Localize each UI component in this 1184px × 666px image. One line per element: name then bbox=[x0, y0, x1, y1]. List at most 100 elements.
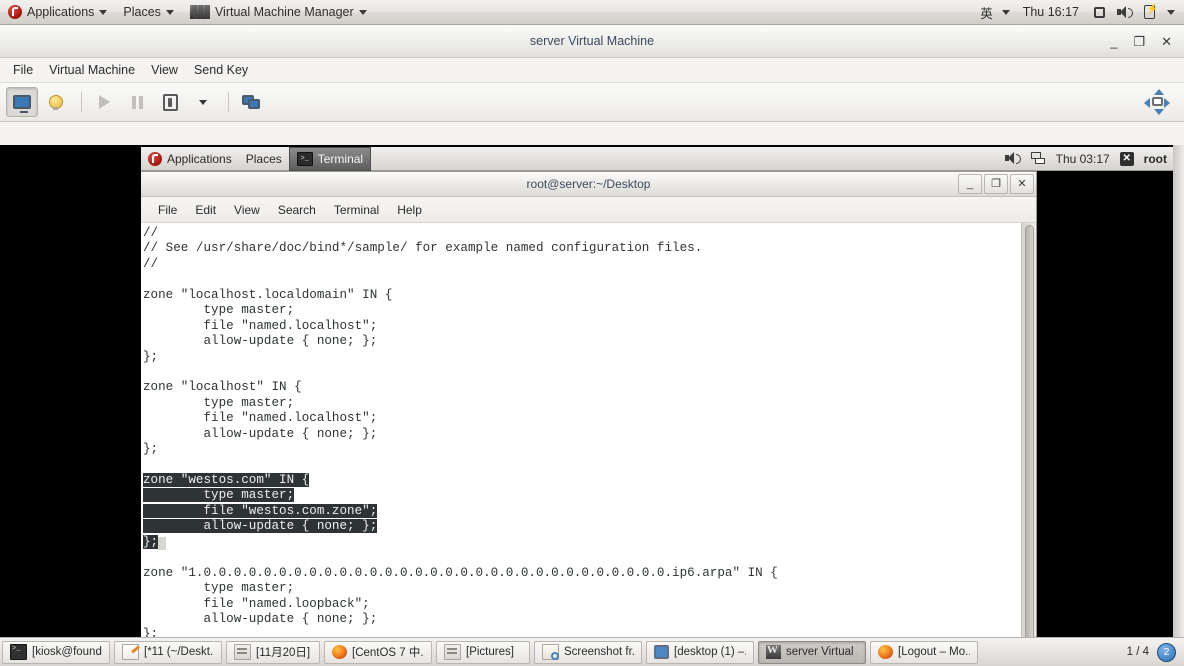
firefox-icon bbox=[332, 645, 347, 659]
terminal-text: type master; bbox=[143, 395, 295, 410]
guest-places-label: Places bbox=[245, 151, 282, 166]
fedora-logo-icon bbox=[148, 151, 162, 166]
vmm-menu-view[interactable]: View bbox=[144, 60, 185, 80]
taskbar-item-label: [Logout – Mo... bbox=[898, 646, 970, 658]
taskbar-item-label: Screenshot fr... bbox=[564, 646, 634, 658]
terminal-text: zone "localhost.localdomain" IN { bbox=[143, 287, 393, 302]
vmm-close-button[interactable]: ✕ bbox=[1161, 35, 1172, 48]
terminal-line: // See /usr/share/doc/bind*/sample/ for … bbox=[141, 241, 1020, 256]
terminal-menu-edit[interactable]: Edit bbox=[186, 200, 225, 220]
fullscreen-icon[interactable] bbox=[1144, 89, 1170, 115]
input-method-indicator[interactable]: 英 bbox=[980, 3, 993, 22]
guest-screen[interactable]: Applications Places >_ Terminal Thu 03:1… bbox=[141, 145, 1173, 664]
taskbar-item[interactable]: Screenshot fr... bbox=[534, 640, 642, 664]
taskbar-window-list: [kiosk@found... [*11 (~/Deskt... [11月20日] [… bbox=[0, 640, 980, 664]
taskbar-item-label: [Pictures] bbox=[466, 646, 514, 658]
terminal-cursor bbox=[158, 536, 166, 550]
terminal-line: }; bbox=[141, 534, 1020, 550]
terminal-title-bar: root@server:~/Desktop _ ❐ ✕ bbox=[141, 172, 1036, 197]
host-clock[interactable]: Thu 16:17 bbox=[1023, 5, 1079, 19]
host-active-app-menu[interactable]: Virtual Machine Manager bbox=[182, 0, 375, 25]
vmm-maximize-button[interactable]: ❐ bbox=[1133, 35, 1145, 48]
host-taskbar: [kiosk@found... [*11 (~/Deskt... [11月20日] [… bbox=[0, 637, 1184, 666]
chevron-down-icon[interactable] bbox=[1167, 9, 1175, 15]
terminal-text: zone "1.0.0.0.0.0.0.0.0.0.0.0.0.0.0.0.0.… bbox=[143, 565, 778, 580]
terminal-scrollbar-thumb[interactable] bbox=[1025, 225, 1034, 649]
shutdown-dropdown-button[interactable] bbox=[188, 88, 218, 116]
vmm-app-icon bbox=[189, 5, 210, 19]
guest-places-menu[interactable]: Places bbox=[239, 147, 289, 171]
run-button[interactable] bbox=[89, 88, 119, 116]
volume-icon[interactable] bbox=[1117, 5, 1133, 20]
console-view-button[interactable] bbox=[6, 87, 38, 117]
vmm-menu-virtual-machine[interactable]: Virtual Machine bbox=[42, 60, 142, 80]
guest-clock[interactable]: Thu 03:17 bbox=[1056, 152, 1110, 166]
fedora-logo-icon bbox=[8, 5, 22, 19]
notification-badge[interactable]: 2 bbox=[1157, 642, 1176, 662]
terminal-minimize-button[interactable]: _ bbox=[958, 174, 982, 194]
battery-icon[interactable] bbox=[1142, 4, 1158, 20]
guest-window-button-label: Terminal bbox=[317, 152, 364, 166]
terminal-close-button[interactable]: ✕ bbox=[1010, 174, 1034, 194]
guest-window-button-terminal[interactable]: >_ Terminal bbox=[288, 147, 372, 171]
host-places-menu[interactable]: Places bbox=[115, 0, 182, 25]
terminal-text: // bbox=[143, 226, 159, 240]
taskbar-item[interactable]: [*11 (~/Deskt... bbox=[114, 640, 222, 664]
vm-window-right-edge bbox=[1173, 145, 1184, 662]
network-disconnected-icon[interactable] bbox=[1030, 152, 1046, 165]
details-view-button[interactable] bbox=[41, 88, 71, 116]
terminal-line: allow-update { none; }; bbox=[141, 334, 1020, 349]
taskbar-item[interactable]: server Virtual ... bbox=[758, 640, 866, 664]
display-icon[interactable] bbox=[1092, 5, 1108, 20]
terminal-window-title: root@server:~/Desktop bbox=[526, 177, 651, 191]
workspace-indicator[interactable]: 1 / 4 bbox=[1127, 646, 1149, 658]
host-applications-menu[interactable]: Applications bbox=[0, 0, 115, 25]
terminal-line: // bbox=[141, 226, 1020, 241]
terminal-scrollbar[interactable] bbox=[1021, 223, 1036, 664]
terminal-line: type master; bbox=[141, 488, 1020, 503]
volume-icon[interactable] bbox=[1005, 151, 1021, 166]
pause-icon bbox=[131, 95, 143, 109]
archive-icon bbox=[444, 644, 461, 660]
terminal-text-output[interactable]: //// See /usr/share/doc/bind*/sample/ fo… bbox=[141, 223, 1020, 643]
terminal-text: file "named.localhost"; bbox=[143, 411, 378, 426]
terminal-icon bbox=[10, 644, 27, 660]
guest-applications-menu[interactable]: Applications bbox=[141, 147, 239, 171]
taskbar-item-label: [*11 (~/Deskt... bbox=[144, 646, 214, 658]
terminal-text: zone "localhost" IN { bbox=[143, 380, 302, 395]
taskbar-item[interactable]: [desktop (1) –... bbox=[646, 640, 754, 664]
taskbar-item[interactable]: [Pictures] bbox=[436, 640, 530, 664]
snapshots-icon bbox=[242, 95, 260, 109]
terminal-window-controls: _ ❐ ✕ bbox=[958, 174, 1034, 194]
shutdown-button[interactable] bbox=[155, 88, 185, 116]
terminal-line: allow-update { none; }; bbox=[141, 519, 1020, 534]
chevron-down-icon bbox=[358, 9, 367, 15]
terminal-body[interactable]: //// See /usr/share/doc/bind*/sample/ fo… bbox=[141, 223, 1036, 664]
screenshot-icon bbox=[542, 644, 559, 660]
terminal-menu-search[interactable]: Search bbox=[269, 200, 325, 220]
terminal-menu-file[interactable]: File bbox=[149, 200, 186, 220]
taskbar-item[interactable]: [kiosk@found... bbox=[2, 640, 110, 664]
terminal-maximize-button[interactable]: ❐ bbox=[984, 174, 1008, 194]
taskbar-item[interactable]: [11月20日] bbox=[226, 640, 320, 664]
terminal-line: file "westos.com.zone"; bbox=[141, 503, 1020, 519]
taskbar-item[interactable]: [CentOS 7 中... bbox=[324, 640, 432, 664]
vmm-toolbar bbox=[0, 83, 1184, 122]
guest-system-tray: Thu 03:17 ✕ root bbox=[1005, 151, 1173, 166]
taskbar-item[interactable]: [Logout – Mo... bbox=[870, 640, 978, 664]
terminal-menu-terminal[interactable]: Terminal bbox=[325, 200, 388, 220]
vmm-menu-send-key[interactable]: Send Key bbox=[187, 60, 255, 80]
guest-user-label[interactable]: root bbox=[1144, 152, 1167, 166]
snapshots-button[interactable] bbox=[236, 88, 266, 116]
terminal-menu-view[interactable]: View bbox=[225, 200, 269, 220]
terminal-line bbox=[141, 550, 1020, 565]
vm-display-canvas[interactable]: Applications Places >_ Terminal Thu 03:1… bbox=[0, 145, 1184, 664]
vmm-menu-file[interactable]: File bbox=[6, 60, 40, 80]
terminal-menu-help[interactable]: Help bbox=[388, 200, 431, 220]
terminal-line bbox=[141, 272, 1020, 287]
pause-button[interactable] bbox=[122, 88, 152, 116]
vmm-minimize-button[interactable]: _ bbox=[1110, 35, 1117, 48]
terminal-text: // See /usr/share/doc/bind*/sample/ for … bbox=[143, 241, 703, 256]
terminal-text: allow-update { none; }; bbox=[143, 611, 378, 626]
